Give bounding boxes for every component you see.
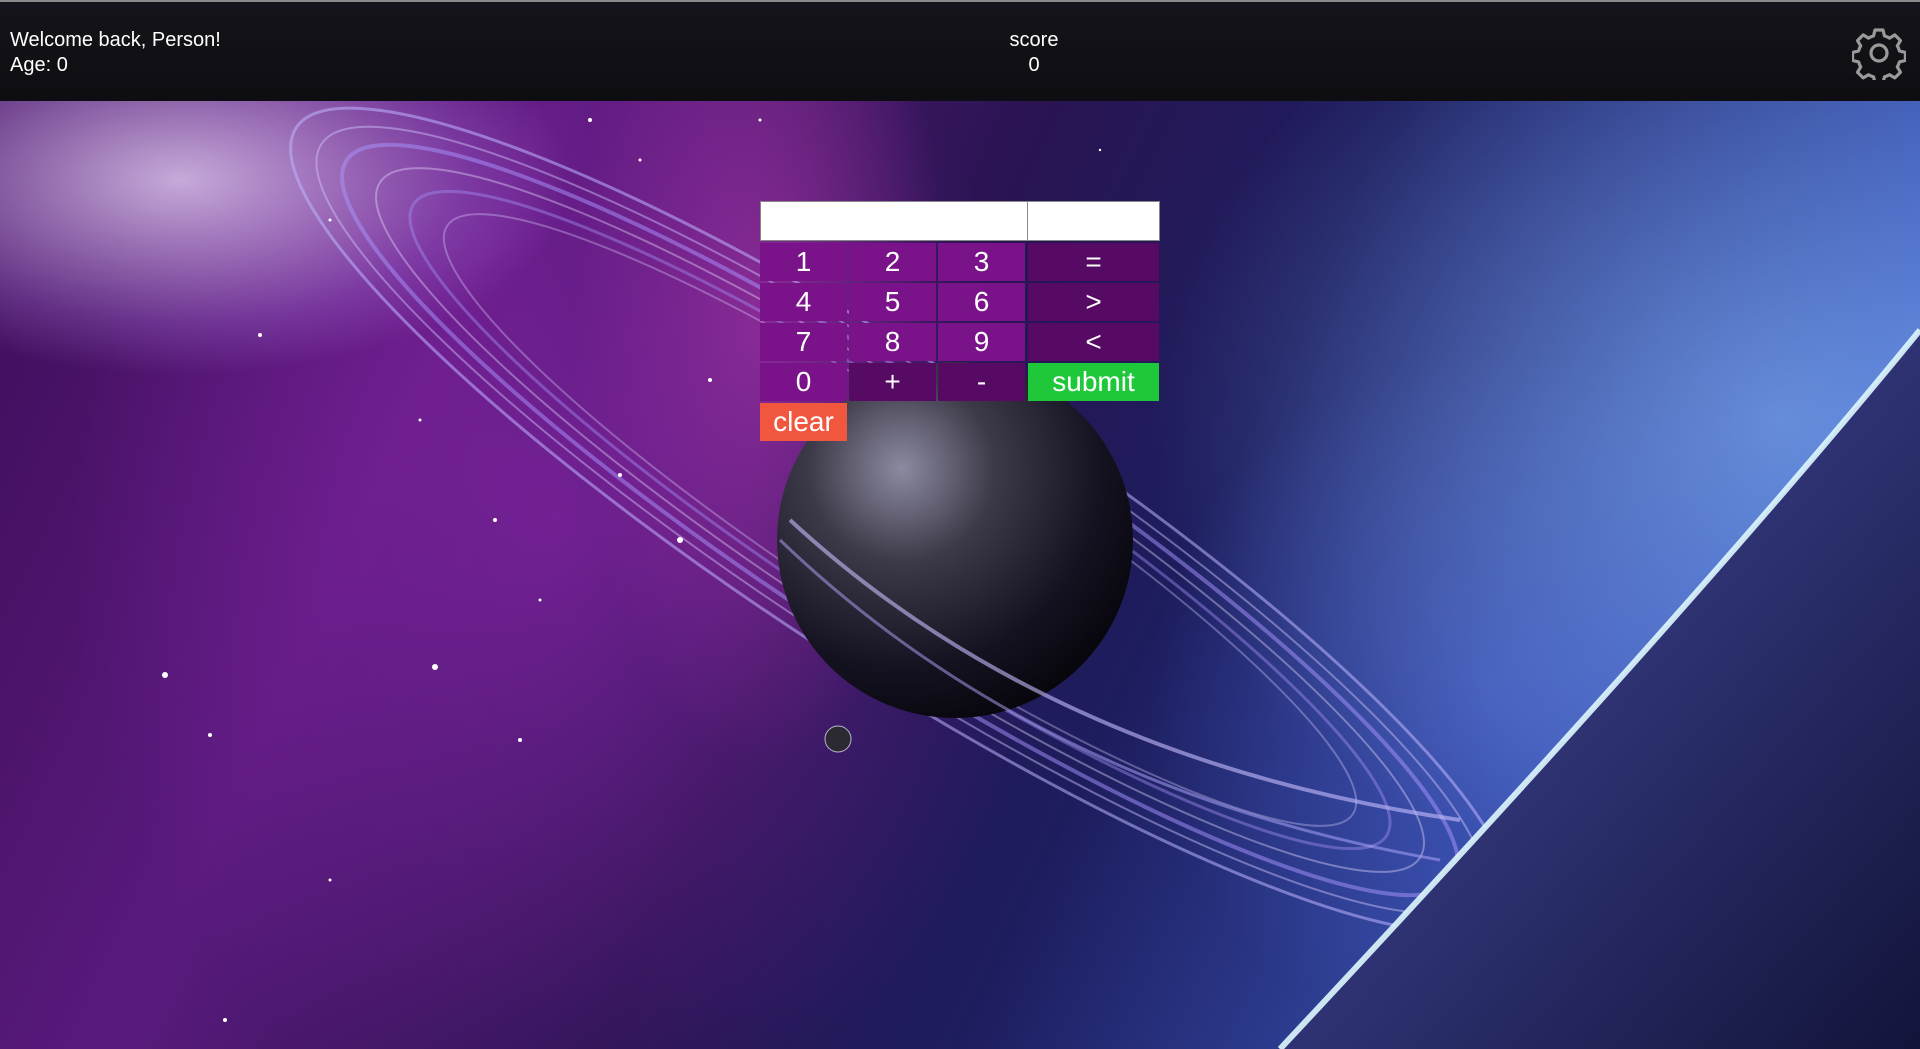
key-4[interactable]: 4 xyxy=(760,283,847,321)
answer-display xyxy=(760,201,1028,241)
gear-icon xyxy=(1851,28,1907,85)
space-background xyxy=(0,0,1920,1049)
age-label: Age: 0 xyxy=(10,54,68,76)
key-minus[interactable]: - xyxy=(938,363,1025,401)
submit-button[interactable]: submit xyxy=(1028,363,1159,401)
key-less-than[interactable]: < xyxy=(1028,323,1159,361)
key-2[interactable]: 2 xyxy=(849,243,936,281)
key-9[interactable]: 9 xyxy=(938,323,1025,361)
clear-button[interactable]: clear xyxy=(760,403,847,441)
key-0[interactable]: 0 xyxy=(760,363,847,401)
key-6[interactable]: 6 xyxy=(938,283,1025,321)
key-7[interactable]: 7 xyxy=(760,323,847,361)
welcome-message: Welcome back, Person! xyxy=(10,29,221,51)
comparison-display xyxy=(1027,201,1160,241)
key-3[interactable]: 3 xyxy=(938,243,1025,281)
score-label: score xyxy=(1009,29,1059,51)
key-equals[interactable]: = xyxy=(1028,243,1159,281)
score-display: score 0 xyxy=(974,28,1094,78)
top-bar: Welcome back, Person! Age: 0 score 0 xyxy=(0,0,1920,101)
score-value: 0 xyxy=(1028,54,1040,76)
key-5[interactable]: 5 xyxy=(849,283,936,321)
key-1[interactable]: 1 xyxy=(760,243,847,281)
key-8[interactable]: 8 xyxy=(849,323,936,361)
key-plus[interactable]: + xyxy=(849,363,936,401)
key-greater-than[interactable]: > xyxy=(1028,283,1159,321)
space-scene-image xyxy=(162,106,1920,1049)
settings-button[interactable] xyxy=(1851,26,1907,85)
user-info: Welcome back, Person! Age: 0 xyxy=(10,28,221,78)
